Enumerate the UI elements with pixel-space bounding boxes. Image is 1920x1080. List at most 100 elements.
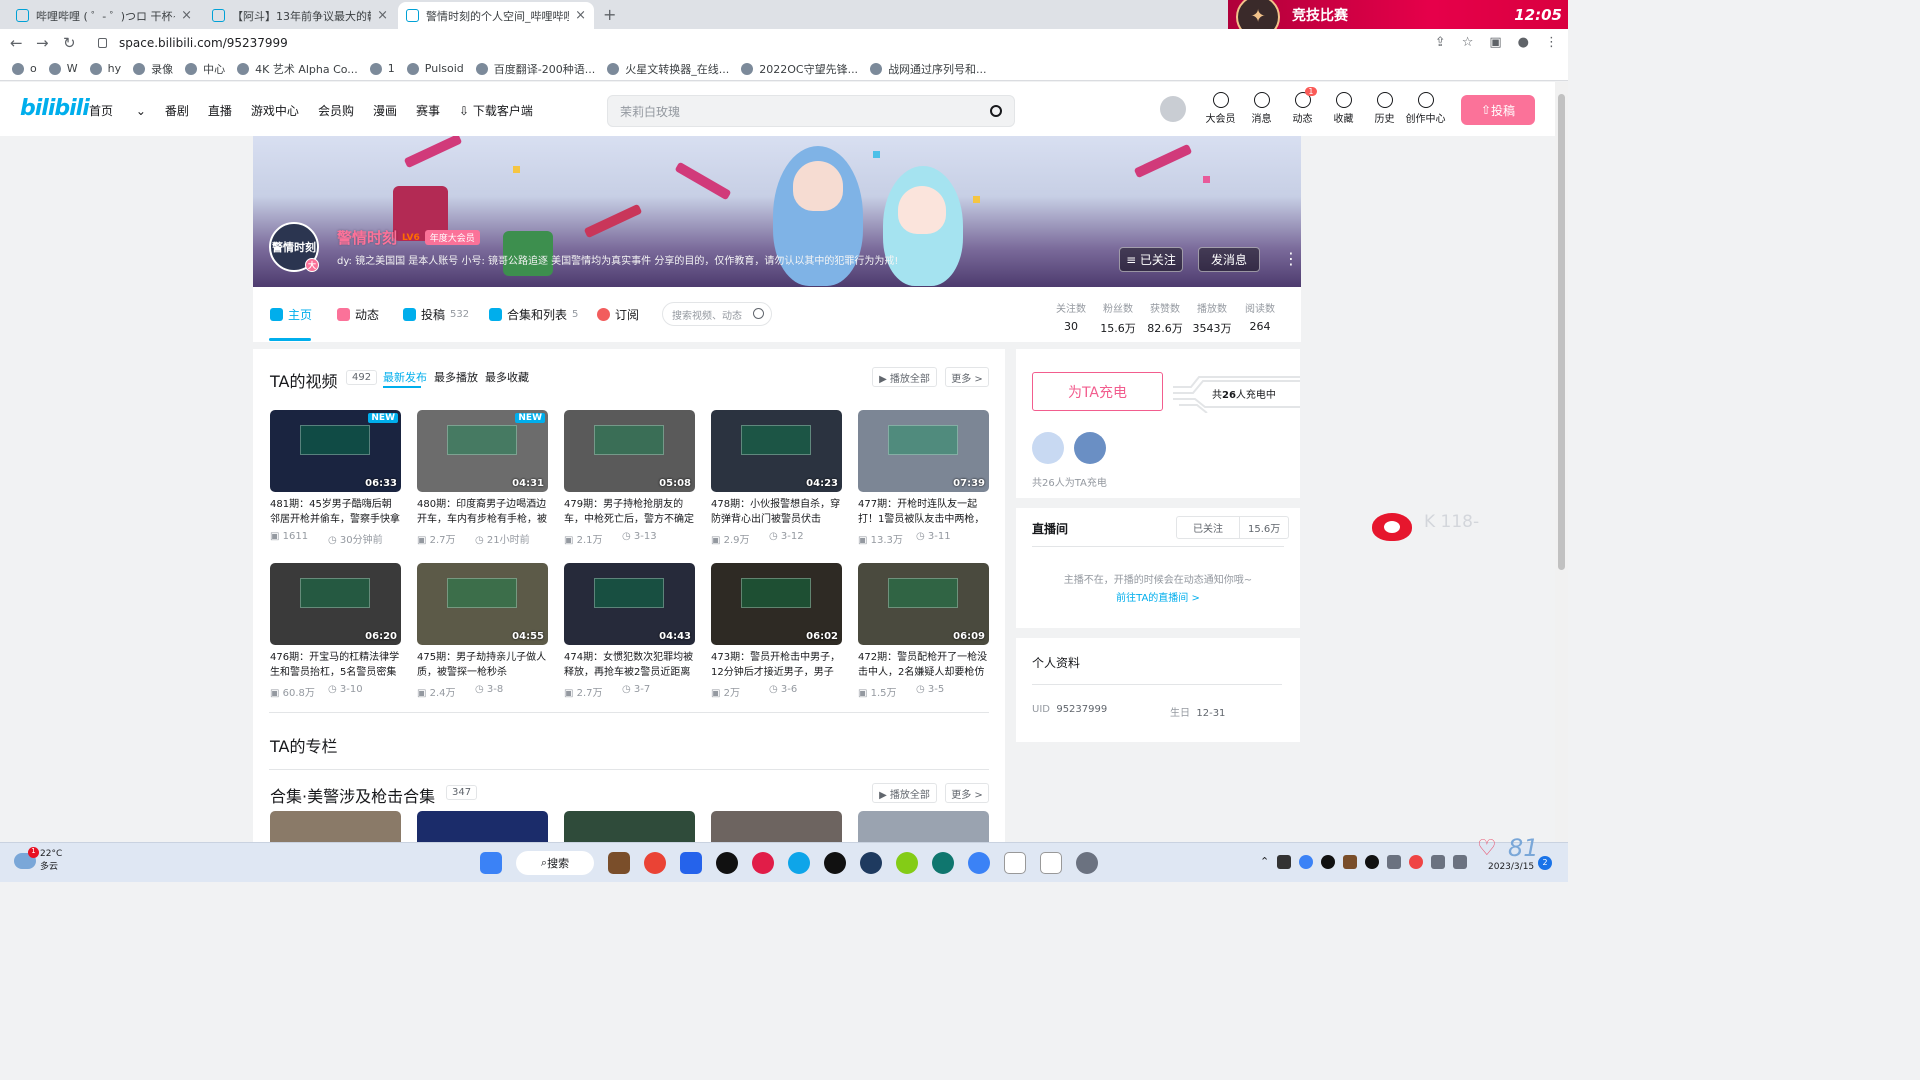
space-search-input[interactable]: 搜索视频、动态 <box>662 302 772 326</box>
share-icon[interactable]: ⇪ <box>1435 35 1446 50</box>
charge-button[interactable]: 为TA充电 <box>1032 372 1163 411</box>
steam-icon[interactable] <box>860 852 882 874</box>
video-thumbnail[interactable]: NEW 06:33 <box>270 410 401 492</box>
video-card[interactable]: 04:23 478期：小伙报警想自杀，穿防弹背心出门被警员伏击 ▣ 2.9万 ◷ 3-… <box>711 410 842 546</box>
bookmark-item[interactable]: 1 <box>369 62 395 75</box>
tab-subscriptions[interactable]: 订阅 <box>597 306 639 323</box>
tray-icon[interactable] <box>1365 855 1380 869</box>
nav-game-center[interactable]: 游戏中心 <box>251 102 299 119</box>
video-thumbnail[interactable]: 06:09 <box>858 563 989 645</box>
chevron-up-icon[interactable]: ⌃ <box>1260 855 1269 869</box>
more-videos-button[interactable]: 更多 > <box>945 367 989 387</box>
menu-dots-icon[interactable]: ⋮ <box>1545 35 1558 50</box>
new-tab-button[interactable]: + <box>603 5 616 24</box>
tab-home[interactable]: 主页 <box>270 306 312 323</box>
tab-close-icon[interactable]: × <box>575 8 586 23</box>
video-title[interactable]: 475期：男子劫持亲儿子做人质，被警探一枪秒杀 <box>417 650 548 680</box>
live-follow-widget[interactable]: 已关注 15.6万 <box>1176 516 1290 539</box>
bookmark-star-icon[interactable]: ☆ <box>1462 35 1474 50</box>
bookmark-item[interactable]: 录像 <box>133 61 173 77</box>
stat-item[interactable]: 获赞数 82.6万 <box>1142 300 1188 336</box>
video-card[interactable]: 04:43 474期：女惯犯数次犯罪均被释放，再抢车被2警员近距离 ▣ 2.7万 ◷ … <box>564 563 695 699</box>
side-panel-icon[interactable]: ▣ <box>1489 35 1501 50</box>
taskbar-date[interactable]: 2023/3/15 <box>1488 862 1534 872</box>
header-item-vip[interactable]: 大会员 <box>1200 92 1241 125</box>
header-item-history[interactable]: 历史 <box>1364 92 1405 125</box>
live-room-link[interactable]: 前往TA的直播间 > <box>1016 589 1300 604</box>
app-icon[interactable] <box>968 852 990 874</box>
app-icon[interactable] <box>896 852 918 874</box>
obs-icon[interactable] <box>716 852 738 874</box>
stat-item[interactable]: 粉丝数 15.6万 <box>1095 300 1141 336</box>
header-search-input[interactable]: 茉莉白玫瑰 <box>607 95 1015 127</box>
profile-icon[interactable]: ● <box>1518 35 1529 50</box>
live-followed[interactable]: 已关注 <box>1177 517 1239 538</box>
overwatch-icon[interactable] <box>1076 852 1098 874</box>
reload-icon[interactable]: ↻ <box>63 34 76 52</box>
notification-badge[interactable]: 2 <box>1538 856 1552 870</box>
video-title[interactable]: 472期：警员配枪开了一枪没击中人，2名嫌疑人却要枪仿 <box>858 650 989 680</box>
file-icon[interactable] <box>1040 852 1062 874</box>
video-title[interactable]: 473期：警员开枪击中男子，12分钟后才接近男子，男子已 <box>711 650 842 680</box>
weibo-icon[interactable] <box>1372 505 1416 541</box>
bookmark-item[interactable]: hy <box>89 62 121 75</box>
taskbar-search[interactable]: ⌕ 搜索 <box>516 851 594 875</box>
volume-icon[interactable] <box>1453 855 1468 869</box>
video-card[interactable]: 07:39 477期：开枪时连队友一起打！1警员被队友击中两枪，1 ▣ 13.3万 ◷… <box>858 410 989 546</box>
video-title[interactable]: 476期：开宝马的杠精法律学生和警员抬杠，5名警员密集 <box>270 650 401 680</box>
app-icon[interactable] <box>680 852 702 874</box>
video-title[interactable]: 477期：开枪时连队友一起打！1警员被队友击中两枪，1 <box>858 497 989 527</box>
sort-latest[interactable]: 最新发布 <box>383 369 427 385</box>
charger-avatar[interactable] <box>1032 432 1064 464</box>
video-thumbnail[interactable]: 04:43 <box>564 563 695 645</box>
video-title[interactable]: 478期：小伙报警想自杀，穿防弹背心出门被警员伏击 <box>711 497 842 527</box>
bookmark-item[interactable]: 4K 艺术 Alpha Co... <box>237 61 358 77</box>
bookmark-item[interactable]: 火星文转换器_在线... <box>607 61 729 77</box>
header-item-favorite[interactable]: 收藏 <box>1323 92 1364 125</box>
collection-more-button[interactable]: 更多 > <box>945 783 989 803</box>
header-item-message[interactable]: 消息 <box>1241 92 1282 125</box>
nav-live[interactable]: 直播 <box>208 102 232 119</box>
search-icon[interactable] <box>990 105 1002 117</box>
tray-icon[interactable] <box>1299 855 1314 869</box>
sort-most-favorited[interactable]: 最多收藏 <box>485 369 529 385</box>
bilibili-logo[interactable]: bilibili <box>20 96 90 121</box>
charger-avatar[interactable] <box>1074 432 1106 464</box>
browser-tab-1[interactable]: 哔哩哔哩 ( ゜- ゜)つロ 干杯~-bili × <box>8 2 200 29</box>
video-card[interactable]: NEW 06:33 481期：45岁男子酷嗨后朝邻居开枪并偷车，警察手快拿到 ▣ 16… <box>270 410 401 546</box>
video-card[interactable]: 06:02 473期：警员开枪击中男子，12分钟后才接近男子，男子已 ▣ 2万 ◷ 3… <box>711 563 842 699</box>
app-icon[interactable] <box>932 852 954 874</box>
netease-icon[interactable] <box>752 852 774 874</box>
video-thumbnail[interactable]: 06:02 <box>711 563 842 645</box>
video-thumbnail[interactable]: 05:08 <box>564 410 695 492</box>
bookmark-item[interactable]: 2022OC守望先锋... <box>741 61 858 77</box>
video-thumbnail[interactable]: 07:39 <box>858 410 989 492</box>
file-icon[interactable] <box>1004 852 1026 874</box>
upload-button[interactable]: ⇧ 投稿 <box>1461 95 1535 125</box>
header-item-dynamic[interactable]: 1 动态 <box>1282 87 1323 125</box>
windows-start-icon[interactable] <box>480 852 502 874</box>
back-arrow-icon[interactable]: ← <box>10 34 23 52</box>
vip-label[interactable]: 年度大会员 <box>424 230 480 245</box>
video-card[interactable]: NEW 04:31 480期：印度裔男子边喝酒边开车，车内有步枪有手枪，被 ▣ 2.7… <box>417 410 548 546</box>
qq-icon[interactable] <box>824 852 846 874</box>
video-thumbnail[interactable]: 06:20 <box>270 563 401 645</box>
tray-icon[interactable] <box>1409 855 1424 869</box>
bookmark-item[interactable]: 战网通过序列号和... <box>870 61 987 77</box>
nav-home[interactable]: 首页 ⌄ <box>89 102 146 119</box>
network-icon[interactable] <box>1431 855 1446 869</box>
header-item-creator[interactable]: 创作中心 <box>1405 92 1446 125</box>
tab-close-icon[interactable]: × <box>181 8 192 23</box>
tab-uploads[interactable]: 投稿 532 <box>403 306 469 323</box>
more-options-icon[interactable]: ⋮ <box>1283 249 1299 268</box>
battlenet-icon[interactable] <box>788 852 810 874</box>
send-message-button[interactable]: 发消息 <box>1198 247 1260 272</box>
browser-tab-3[interactable]: 警情时刻的个人空间_哔哩哔哩_b × <box>398 2 594 29</box>
tab-close-icon[interactable]: × <box>377 8 388 23</box>
forward-arrow-icon[interactable]: → <box>36 34 49 52</box>
video-title[interactable]: 481期：45岁男子酷嗨后朝邻居开枪并偷车，警察手快拿到 <box>270 497 401 527</box>
bookmark-item[interactable]: 百度翻译-200种语... <box>475 61 595 77</box>
mic-icon[interactable] <box>1387 855 1402 869</box>
nav-manga[interactable]: 漫画 <box>373 102 397 119</box>
tray-icon[interactable] <box>1321 855 1336 869</box>
